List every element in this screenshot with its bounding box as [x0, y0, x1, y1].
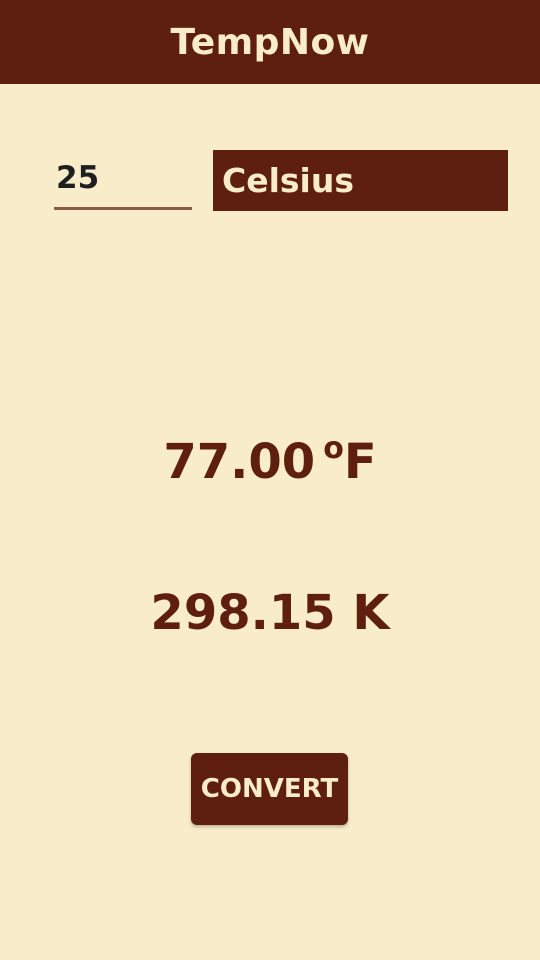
fahrenheit-result: 77.00 oF: [0, 431, 540, 490]
degree-symbol: o: [323, 431, 344, 466]
fahrenheit-value: 77.00: [163, 434, 316, 490]
unit-select[interactable]: Celsius: [213, 150, 508, 211]
convert-button[interactable]: CONVERT: [191, 753, 348, 825]
fahrenheit-unit: F: [343, 434, 377, 490]
temperature-input[interactable]: [54, 154, 192, 210]
unit-select-value: Celsius: [222, 161, 354, 200]
kelvin-result: 298.15 K: [150, 585, 390, 641]
app-bar: TempNow: [0, 0, 540, 84]
app-title: TempNow: [170, 21, 370, 63]
